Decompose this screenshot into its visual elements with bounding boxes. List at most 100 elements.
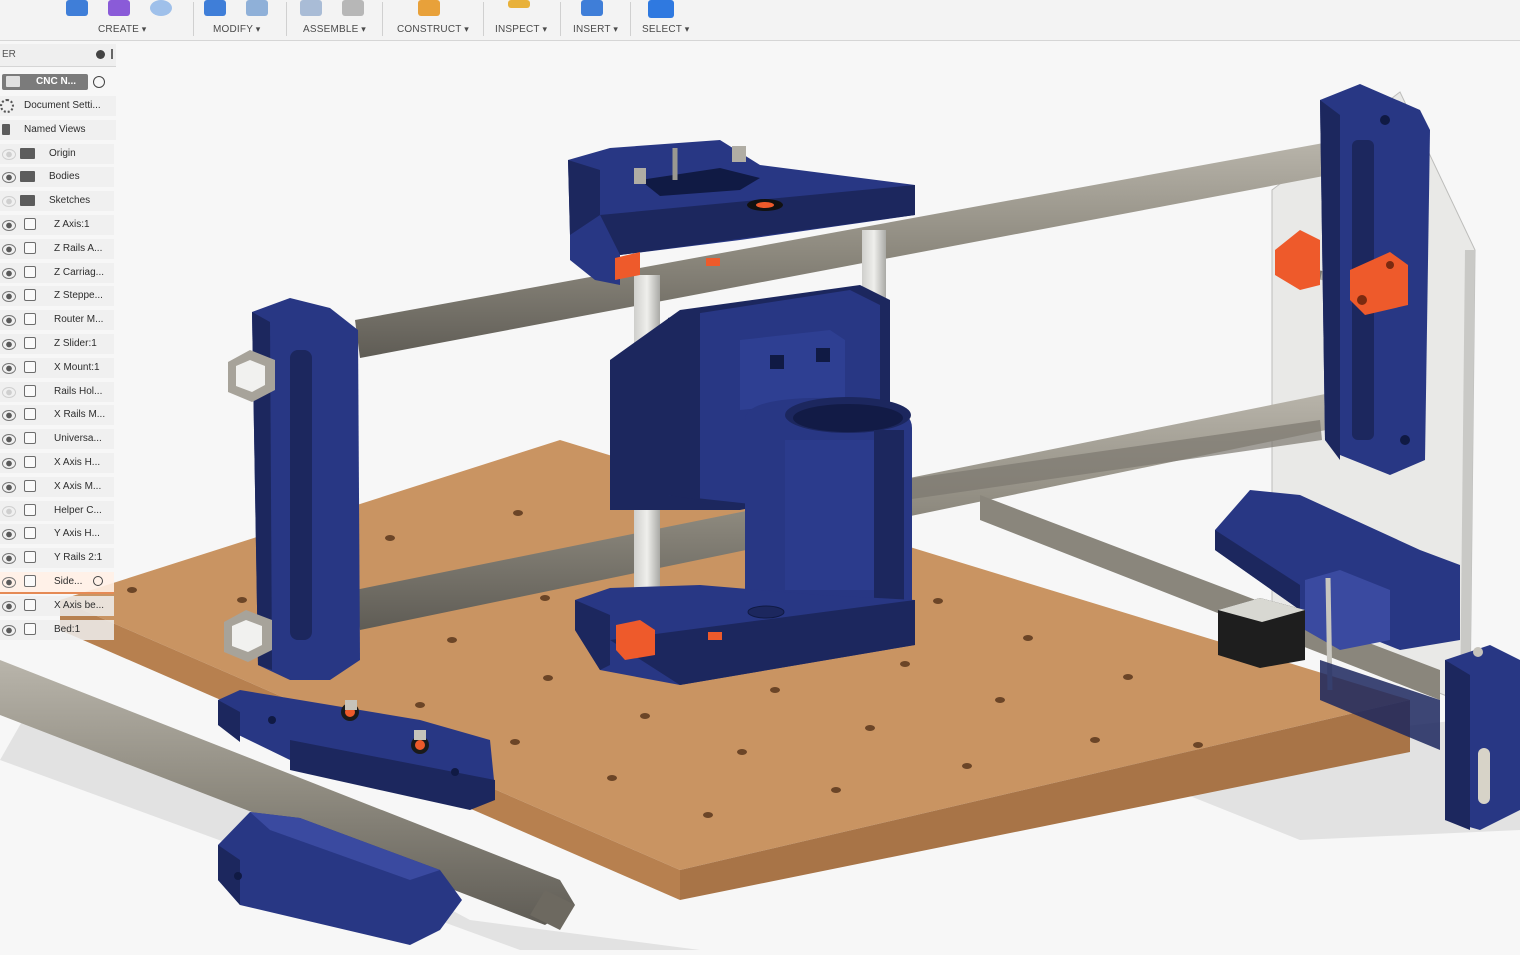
main-toolbar: CREATE MODIFY ASSEMBLE CONSTRUCT INSPECT… (0, 0, 1520, 41)
browser-item[interactable]: Z Steppe... (0, 286, 114, 307)
component-icon (24, 551, 36, 564)
inspect-menu[interactable]: INSPECT (488, 0, 558, 40)
browser-item[interactable]: Helper C... (0, 500, 114, 521)
browser-item[interactable]: Origin (0, 143, 114, 164)
browser-item[interactable]: X Axis H... (0, 453, 114, 473)
browser-item-label: Universa... (54, 433, 102, 445)
create-menu-label: CREATE (98, 24, 146, 35)
component-icon (24, 384, 36, 397)
construct-menu-label: CONSTRUCT (397, 24, 469, 35)
browser-item[interactable]: Universa... (0, 429, 114, 450)
toolbar-divider (193, 2, 194, 36)
browser-item-label: Z Rails A... (54, 242, 103, 254)
toolbar-divider (560, 2, 561, 36)
folder-icon (20, 195, 35, 207)
browser-item[interactable]: X Mount:1 (0, 357, 114, 378)
activate-radio-icon[interactable] (93, 576, 103, 586)
browser-item[interactable]: X Rails M... (0, 405, 114, 426)
browser-item-label: Bodies (49, 171, 80, 183)
insert-menu[interactable]: INSERT (566, 0, 628, 40)
toolbar-divider (630, 2, 631, 36)
revolve-icon (150, 0, 172, 16)
browser-item[interactable]: Side... (0, 572, 114, 594)
assemble-menu[interactable]: ASSEMBLE (292, 0, 378, 40)
collapse-icon[interactable] (96, 50, 105, 59)
component-icon (24, 218, 36, 230)
browser-item[interactable]: Z Rails A... (0, 238, 114, 259)
browser-item[interactable]: X Axis be... (0, 595, 114, 616)
browser-item[interactable]: Y Rails 2:1 (0, 548, 114, 569)
component-icon (24, 432, 36, 445)
component-icon (24, 360, 36, 373)
browser-item-label: X Axis H... (54, 457, 101, 468)
component-icon (24, 503, 36, 516)
browser-item[interactable]: Z Slider:1 (0, 334, 114, 354)
toolbar-divider (483, 2, 484, 36)
eye-icon[interactable] (2, 339, 16, 350)
component-icon (24, 241, 36, 254)
browser-item[interactable]: Named Views (0, 119, 116, 140)
gear-icon (0, 99, 14, 113)
press-pull-icon (204, 0, 226, 16)
browser-item[interactable]: Document Setti... (0, 96, 116, 116)
eye-icon[interactable] (2, 505, 16, 517)
browser-header: ER (0, 44, 116, 67)
left-end-plate (224, 298, 360, 680)
browser-item[interactable]: Sketches (0, 191, 114, 212)
component-icon (24, 337, 36, 349)
browser-item[interactable]: Z Axis:1 (0, 215, 114, 235)
browser-item-label: Rails Hol... (54, 385, 103, 397)
browser-item-label: Helper C... (54, 504, 102, 516)
browser-item[interactable]: Y Axis H... (0, 524, 114, 545)
component-icon (24, 479, 36, 492)
construct-menu[interactable]: CONSTRUCT (388, 0, 480, 40)
eye-icon[interactable] (2, 624, 16, 636)
browser-item[interactable]: Z Carriag... (0, 262, 114, 283)
browser-item[interactable]: Bodies (0, 167, 114, 188)
create-menu[interactable]: CREATE (62, 0, 192, 40)
folder-icon (2, 123, 10, 135)
toolbar-divider (286, 2, 287, 36)
modify-menu[interactable]: MODIFY (200, 0, 280, 40)
fillet-icon (246, 0, 268, 16)
select-menu[interactable]: SELECT (636, 0, 700, 40)
browser-item[interactable]: Bed:1 (0, 619, 114, 640)
pin-icon[interactable] (111, 49, 113, 59)
assemble-menu-label: ASSEMBLE (303, 24, 366, 35)
browser-root-node[interactable]: CNC N... (0, 72, 114, 92)
component-icon (24, 408, 36, 421)
browser-item-label: Y Rails 2:1 (54, 552, 103, 564)
eye-icon[interactable] (2, 220, 16, 231)
extrude-icon (108, 0, 130, 16)
browser-item-label: X Mount:1 (54, 361, 100, 373)
component-icon (24, 598, 36, 611)
eye-icon[interactable] (2, 362, 16, 374)
eye-icon[interactable] (2, 577, 16, 588)
eye-icon[interactable] (2, 386, 16, 398)
browser-panel: ER CNC N... Document Setti... Named Views… (0, 44, 118, 644)
browser-item-label: Sketches (49, 195, 91, 207)
select-cursor-icon (648, 0, 674, 18)
eye-icon[interactable] (2, 458, 16, 469)
activate-radio-icon[interactable] (93, 76, 105, 88)
browser-item-label: Z Steppe... (54, 290, 103, 302)
component-icon (24, 289, 36, 302)
eye-icon[interactable] (2, 148, 16, 160)
component-icon (24, 622, 36, 635)
browser-item[interactable]: Rails Hol... (0, 381, 114, 402)
measure-icon (508, 0, 530, 8)
new-component-icon (300, 0, 322, 16)
eye-icon[interactable] (2, 243, 16, 255)
eye-icon[interactable] (2, 267, 16, 279)
component-icon (24, 456, 36, 468)
browser-item[interactable]: X Axis M... (0, 476, 114, 497)
eye-icon[interactable] (2, 600, 16, 612)
insert-image-icon (581, 0, 603, 16)
browser-item-label: Z Carriag... (54, 266, 105, 278)
browser-title: ER (2, 49, 16, 60)
browser-item[interactable]: Router M... (0, 310, 114, 331)
eye-icon[interactable] (2, 481, 16, 493)
model-viewport[interactable] (0, 41, 1520, 950)
browser-item-label: X Axis M... (54, 480, 102, 492)
folder-icon (20, 147, 35, 159)
